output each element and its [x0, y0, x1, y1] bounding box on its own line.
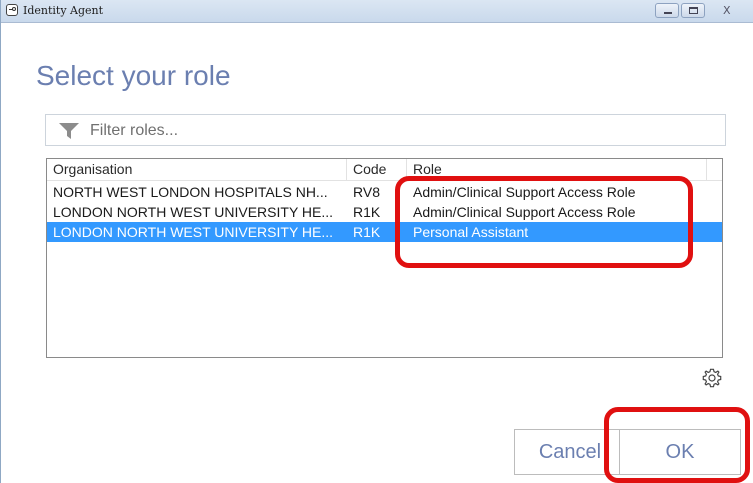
identity-agent-window: Identity Agent X Select your role Organi… — [0, 0, 753, 483]
code-cell: R1K — [353, 204, 381, 220]
organisation-cell: LONDON NORTH WEST UNIVERSITY HE... — [53, 224, 334, 240]
cancel-button[interactable]: Cancel — [514, 429, 626, 475]
filter-roles-input[interactable] — [88, 119, 712, 143]
gear-icon[interactable] — [701, 367, 723, 389]
column-header-role[interactable]: Role — [407, 159, 707, 180]
table-row[interactable]: LONDON NORTH WEST UNIVERSITY HE... R1K A… — [47, 202, 722, 222]
roles-list[interactable]: Organisation Code Role NORTH WEST LONDON… — [46, 158, 723, 358]
table-row-selected[interactable]: LONDON NORTH WEST UNIVERSITY HE... R1K P… — [47, 222, 722, 242]
role-cell: Admin/Clinical Support Access Role — [413, 184, 636, 200]
close-button[interactable]: X — [707, 3, 747, 18]
page-title: Select your role — [36, 60, 231, 91]
filter-icon — [59, 123, 79, 139]
column-header-organisation[interactable]: Organisation — [47, 159, 347, 180]
title-bar[interactable]: Identity Agent X — [1, 0, 753, 23]
maximize-button[interactable] — [681, 3, 705, 18]
role-cell: Admin/Clinical Support Access Role — [413, 204, 636, 220]
organisation-cell: LONDON NORTH WEST UNIVERSITY HE... — [53, 204, 334, 220]
table-row[interactable]: NORTH WEST LONDON HOSPITALS NH... RV8 Ad… — [47, 182, 722, 202]
code-cell: RV8 — [353, 184, 380, 200]
minimize-button[interactable] — [655, 3, 679, 18]
filter-box[interactable] — [45, 114, 726, 146]
code-cell: R1K — [353, 224, 381, 240]
app-icon — [6, 4, 18, 16]
list-header: Organisation Code Role — [47, 159, 722, 181]
ok-button[interactable]: OK — [619, 429, 741, 475]
close-icon: X — [723, 4, 731, 17]
window-title: Identity Agent — [23, 4, 104, 17]
column-header-code[interactable]: Code — [347, 159, 407, 180]
role-cell: Personal Assistant — [413, 224, 529, 240]
organisation-cell: NORTH WEST LONDON HOSPITALS NH... — [53, 184, 328, 200]
